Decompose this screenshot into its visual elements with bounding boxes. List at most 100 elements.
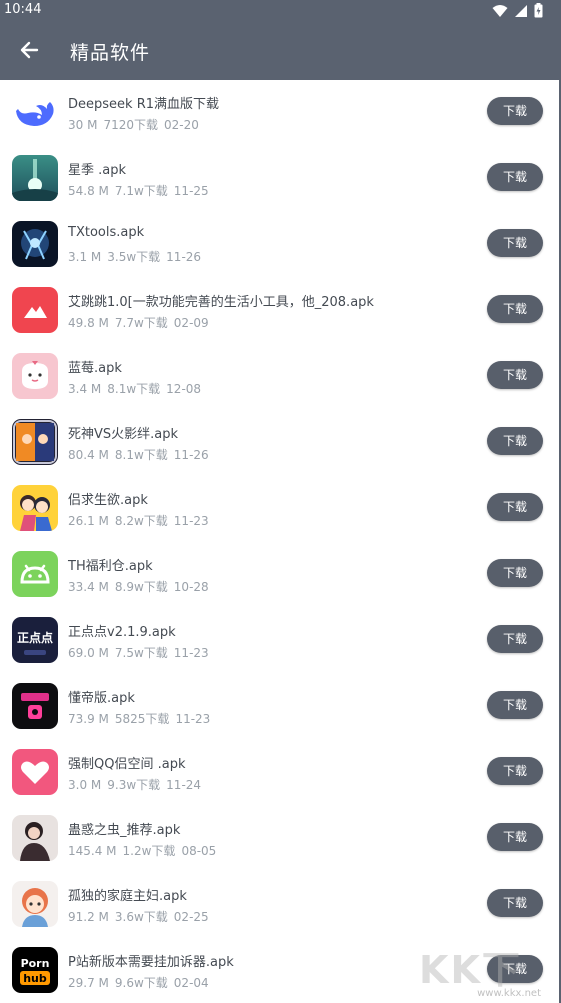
download-button[interactable]: 下载 — [487, 361, 543, 389]
app-name: 艾跳跳1.0[一款功能完善的生活小工具，他_208.apk — [68, 295, 374, 310]
app-date: 11-24 — [166, 778, 202, 792]
app-name: TXtools.apk — [68, 225, 145, 240]
download-button[interactable]: 下载 — [487, 559, 543, 587]
app-meta: 54.8 M 7.1w下载 11-25 — [68, 182, 215, 199]
app-downloads: 1.2w下载 — [122, 844, 176, 858]
android-icon — [12, 551, 58, 597]
app-list[interactable]: Deepseek R1满血版下载 30 M 7120下载 02-20 下载 星季 .… — [0, 80, 561, 1003]
list-item[interactable]: 懂帝版.apk 73.9 M 5825下载 11-23 下载 — [0, 674, 559, 740]
app-date: 11-26 — [166, 250, 202, 264]
app-downloads: 9.6w下载 — [114, 976, 168, 990]
app-date: 11-23 — [173, 646, 209, 660]
app-size: 30 M — [68, 118, 98, 132]
download-button[interactable]: 下载 — [487, 625, 543, 653]
download-button[interactable]: 下载 — [487, 295, 543, 323]
list-item[interactable]: 侣求生欲.apk 26.1 M 8.2w下载 11-23 下载 — [0, 476, 559, 542]
ph-logo-icon: Porn hub — [12, 947, 58, 993]
txtools-icon — [12, 221, 58, 267]
app-meta: 80.4 M 8.1w下载 11-26 — [68, 446, 215, 463]
app-name: 强制QQ侣空间 .apk — [68, 757, 186, 772]
icon-label-top: Porn — [21, 957, 50, 970]
app-meta: 145.4 M 1.2w下载 08-05 — [68, 842, 222, 859]
download-button[interactable]: 下载 — [487, 955, 543, 983]
download-button[interactable]: 下载 — [487, 163, 543, 191]
download-button[interactable]: 下载 — [487, 823, 543, 851]
app-meta: 49.8 M 7.7w下载 02-09 — [68, 314, 215, 331]
app-date: 02-09 — [173, 316, 209, 330]
photo-icon — [12, 815, 58, 861]
signal-icon — [515, 4, 527, 17]
app-name: TH福利仓.apk — [68, 559, 153, 574]
app-downloads: 9.3w下载 — [107, 778, 161, 792]
app-meta: 3.1 M 3.5w下载 11-26 — [68, 248, 207, 265]
status-bar: 10:44 — [0, 0, 561, 22]
app-name: P站新版本需要挂加诉器.apk — [68, 955, 234, 970]
app-meta: 3.0 M 9.3w下载 11-24 — [68, 776, 207, 793]
app-size: 69.0 M — [68, 646, 109, 660]
list-item[interactable]: 星季 .apk 54.8 M 7.1w下载 11-25 下载 — [0, 146, 559, 212]
app-header: 精品软件 — [0, 22, 561, 80]
app-name: 死神VS火影绊.apk — [68, 427, 179, 442]
app-date: 02-04 — [173, 976, 209, 990]
download-button[interactable]: 下载 — [487, 889, 543, 917]
app-downloads: 7120下载 — [103, 118, 158, 132]
app-size: 29.7 M — [68, 976, 109, 990]
battery-icon — [534, 3, 543, 18]
list-item[interactable]: Porn hub P站新版本需要挂加诉器.apk 29.7 M 9.6w下载 02-… — [0, 938, 559, 1003]
app-size: 26.1 M — [68, 514, 109, 528]
app-size: 73.9 M — [68, 712, 109, 726]
app-name: 星季 .apk — [68, 163, 127, 178]
couple-icon — [12, 485, 58, 531]
list-item[interactable]: 死神VS火影绊.apk 80.4 M 8.1w下载 11-26 下载 — [0, 410, 559, 476]
app-name: 正点点v2.1.9.apk — [68, 625, 176, 640]
anime-game-icon — [12, 419, 58, 465]
app-name: 蛊惑之虫_推荐.apk — [68, 823, 181, 838]
list-item[interactable]: TXtools.apk 3.1 M 3.5w下载 11-26 下载 — [0, 212, 559, 278]
icon-label: 正点点 — [17, 630, 53, 645]
app-size: 54.8 M — [68, 184, 109, 198]
app-meta: 29.7 M 9.6w下载 02-04 — [68, 974, 215, 991]
app-date: 02-20 — [163, 118, 199, 132]
list-item[interactable]: Deepseek R1满血版下载 30 M 7120下载 02-20 下载 — [0, 80, 559, 146]
app-date: 02-25 — [173, 910, 209, 924]
download-button[interactable]: 下载 — [487, 97, 543, 125]
app-size: 3.0 M — [68, 778, 102, 792]
app-date: 11-26 — [173, 448, 209, 462]
app-meta: 26.1 M 8.2w下载 11-23 — [68, 512, 215, 529]
whale-icon — [12, 89, 58, 135]
app-size: 80.4 M — [68, 448, 109, 462]
app-downloads: 7.1w下载 — [114, 184, 168, 198]
zhengdiandian-icon: 正点点 — [12, 617, 58, 663]
app-downloads: 7.5w下载 — [114, 646, 168, 660]
app-downloads: 7.7w下载 — [114, 316, 168, 330]
app-meta: 30 M 7120下载 02-20 — [68, 116, 205, 133]
download-button[interactable]: 下载 — [487, 691, 543, 719]
app-size: 49.8 M — [68, 316, 109, 330]
list-item[interactable]: 蛊惑之虫_推荐.apk 145.4 M 1.2w下载 08-05 下载 — [0, 806, 559, 872]
list-item[interactable]: 正点点 正点点v2.1.9.apk 69.0 M 7.5w下载 11-23 下载 — [0, 608, 559, 674]
download-button[interactable]: 下载 — [487, 493, 543, 521]
app-screen: 10:44 精品软件 Deepseek R1满血版下载 30 M 7120下载 … — [0, 0, 561, 1003]
star-season-icon — [12, 155, 58, 201]
app-downloads: 3.5w下载 — [107, 250, 161, 264]
back-button[interactable] — [16, 36, 44, 64]
list-item[interactable]: 艾跳跳1.0[一款功能完善的生活小工具，他_208.apk 49.8 M 7.7w… — [0, 278, 559, 344]
list-item[interactable]: TH福利仓.apk 33.4 M 8.9w下载 10-28 下载 — [0, 542, 559, 608]
app-downloads: 8.9w下载 — [114, 580, 168, 594]
app-date: 11-23 — [175, 712, 211, 726]
app-name: 懂帝版.apk — [68, 691, 135, 706]
app-size: 91.2 M — [68, 910, 109, 924]
wifi-icon — [492, 4, 508, 17]
app-size: 3.1 M — [68, 250, 102, 264]
app-name: 侣求生欲.apk — [68, 493, 148, 508]
download-button[interactable]: 下载 — [487, 757, 543, 785]
list-item[interactable]: 强制QQ侣空间 .apk 3.0 M 9.3w下载 11-24 下载 — [0, 740, 559, 806]
app-meta: 3.4 M 8.1w下载 12-08 — [68, 380, 207, 397]
app-downloads: 8.1w下载 — [107, 382, 161, 396]
download-button[interactable]: 下载 — [487, 427, 543, 455]
list-item[interactable]: 孤独的家庭主妇.apk 91.2 M 3.6w下载 02-25 下载 — [0, 872, 559, 938]
download-button[interactable]: 下载 — [487, 229, 543, 257]
app-size: 3.4 M — [68, 382, 102, 396]
page-title: 精品软件 — [70, 42, 151, 64]
list-item[interactable]: 蓝莓.apk 3.4 M 8.1w下载 12-08 下载 — [0, 344, 559, 410]
